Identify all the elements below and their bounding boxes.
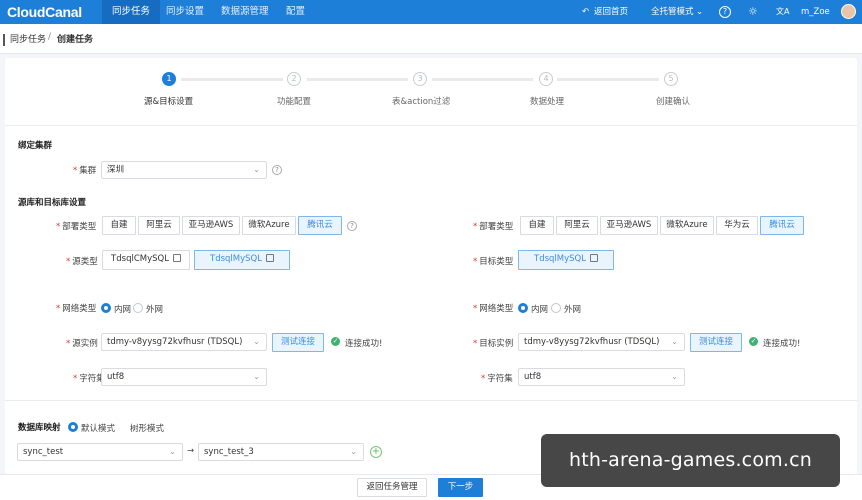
source-charset-select[interactable]: utf8 ⌄ — [101, 368, 267, 386]
database-icon — [172, 254, 181, 262]
breadcrumb-parent[interactable]: 同步任务 — [10, 32, 46, 45]
back-home-link[interactable]: 返回首页 — [594, 0, 628, 24]
source-connection-status: 连接成功! — [345, 339, 383, 349]
step-5-label: 创建确认 — [656, 97, 691, 107]
source-deploy-azure[interactable]: 微软Azure — [242, 216, 296, 235]
target-instance-select[interactable]: tdmy-v8yysg72kvfhusr (TDSQL) ⌄ — [518, 333, 685, 351]
source-instance-select[interactable]: tdmy-v8yysg72kvfhusr (TDSQL) ⌄ — [101, 333, 267, 351]
help-icon[interactable]: ? — [719, 6, 731, 18]
step-line — [557, 78, 659, 81]
source-net-intranet-label[interactable]: 内网 — [114, 303, 131, 315]
step-3-circle: 3 — [413, 72, 427, 86]
target-instance-label: * 目标实例 — [473, 339, 514, 349]
db-mapping-title: 数据库映射 — [18, 423, 61, 433]
target-net-internet-radio[interactable] — [551, 303, 561, 313]
top-navbar: CloudCanal 同步任务 同步设置 数据源管理 配置 ↶ 返回首页 全托管… — [0, 0, 862, 24]
target-charset-select[interactable]: utf8 ⌄ — [518, 368, 685, 386]
db-section-title: 源库和目标库设置 — [18, 198, 87, 208]
target-deploy-aws[interactable]: 亚马逊AWS — [600, 216, 658, 235]
target-deploy-huawei[interactable]: 华为云 — [716, 216, 758, 235]
source-type-tdsqlmysql[interactable]: TdsqlMySQL — [194, 250, 290, 270]
step-line — [432, 78, 533, 81]
nav-datasource[interactable]: 数据源管理 — [221, 0, 269, 24]
source-net-intranet-radio[interactable] — [101, 303, 111, 313]
breadcrumb-bar — [3, 34, 5, 46]
target-net-internet-label[interactable]: 外网 — [564, 303, 581, 315]
mode-select[interactable]: 全托管模式 — [651, 0, 694, 24]
source-db-select[interactable]: sync_test ⌄ — [17, 443, 183, 461]
step-line — [181, 78, 283, 81]
source-type-label: * 源类型 — [66, 257, 98, 267]
cluster-select[interactable]: 深圳 ⌄ — [101, 161, 267, 179]
source-instance-label: * 源实例 — [66, 339, 98, 349]
language-icon[interactable]: 文A — [776, 0, 789, 24]
nav-sync-settings[interactable]: 同步设置 — [166, 0, 204, 24]
theme-sun-icon[interactable]: ☼ — [748, 0, 758, 24]
back-to-tasks-button[interactable]: 返回任务管理 — [357, 478, 427, 497]
target-db-select[interactable]: sync_test_3 ⌄ — [198, 443, 364, 461]
mapping-default-radio[interactable] — [68, 422, 78, 432]
source-deploy-self[interactable]: 自建 — [102, 216, 136, 235]
help-icon[interactable]: ? — [272, 165, 282, 175]
step-line — [307, 78, 408, 81]
target-net-intranet-label[interactable]: 内网 — [531, 303, 548, 315]
username[interactable]: m_Zoe — [801, 0, 830, 24]
breadcrumb: 同步任务 / 创建任务 — [0, 24, 862, 54]
nav-sync-tasks[interactable]: 同步任务 — [102, 0, 161, 24]
nav-config[interactable]: 配置 — [286, 0, 305, 24]
target-deploy-tencent[interactable]: 腾讯云 — [760, 216, 804, 235]
target-type-label: * 目标类型 — [473, 257, 514, 267]
watermark-banner: hth-arena-games.com.cn — [541, 434, 840, 487]
target-test-connection-button[interactable]: 测试连接 — [690, 333, 742, 352]
target-deploy-self[interactable]: 自建 — [520, 216, 554, 235]
app-logo[interactable]: CloudCanal — [7, 4, 82, 20]
step-4-circle: 4 — [539, 72, 553, 86]
source-deploy-label: * 部署类型 — [56, 222, 97, 232]
target-connection-status: 连接成功! — [763, 339, 801, 349]
source-net-label: * 网络类型 — [56, 304, 97, 314]
divider — [5, 400, 857, 401]
step-2-circle: 2 — [287, 72, 301, 86]
chevron-down-icon: ⌄ — [696, 7, 704, 17]
help-icon[interactable]: ? — [347, 221, 357, 231]
check-circle-icon: ✓ — [331, 337, 340, 346]
step-3-label: 表&action过滤 — [392, 97, 451, 107]
source-deploy-aws[interactable]: 亚马逊AWS — [182, 216, 240, 235]
target-charset-label: * 字符集 — [481, 374, 513, 384]
divider — [5, 125, 857, 126]
cluster-label: * 集群 — [73, 166, 97, 176]
database-icon — [589, 254, 598, 262]
breadcrumb-separator: / — [48, 32, 52, 42]
target-type-tdsqlmysql[interactable]: TdsqlMySQL — [518, 250, 614, 270]
next-step-button[interactable]: 下一步 — [438, 478, 483, 497]
target-deploy-aliyun[interactable]: 阿里云 — [556, 216, 598, 235]
breadcrumb-current: 创建任务 — [57, 35, 94, 45]
mapping-default-label[interactable]: 默认模式 — [81, 422, 115, 434]
step-1-circle: 1 — [162, 72, 176, 86]
source-deploy-tencent[interactable]: 腾讯云 — [298, 216, 342, 235]
avatar[interactable] — [841, 4, 856, 19]
mapping-tree-label[interactable]: 树形模式 — [130, 422, 164, 434]
arrow-right-icon: → — [187, 446, 195, 456]
target-net-label: * 网络类型 — [473, 304, 514, 314]
source-net-internet-label[interactable]: 外网 — [146, 303, 163, 315]
step-5-circle: 5 — [664, 72, 678, 86]
cluster-section-title: 绑定集群 — [18, 141, 53, 151]
source-deploy-aliyun[interactable]: 阿里云 — [138, 216, 180, 235]
source-charset-label: * 字符集 — [73, 374, 105, 384]
step-4-label: 数据处理 — [530, 97, 565, 107]
step-2-label: 功能配置 — [277, 97, 312, 107]
target-deploy-azure[interactable]: 微软Azure — [660, 216, 714, 235]
check-circle-icon: ✓ — [749, 337, 758, 346]
database-icon — [265, 254, 274, 262]
target-net-intranet-radio[interactable] — [518, 303, 528, 313]
target-deploy-label: * 部署类型 — [473, 222, 514, 232]
step-1-label: 源&目标设置 — [144, 97, 194, 107]
home-back-icon: ↶ — [582, 7, 590, 17]
add-mapping-icon[interactable]: + — [370, 446, 382, 458]
source-net-internet-radio[interactable] — [133, 303, 143, 313]
source-test-connection-button[interactable]: 测试连接 — [272, 333, 324, 352]
source-type-tdsqlcmysql[interactable]: TdsqlCMySQL — [102, 250, 190, 270]
